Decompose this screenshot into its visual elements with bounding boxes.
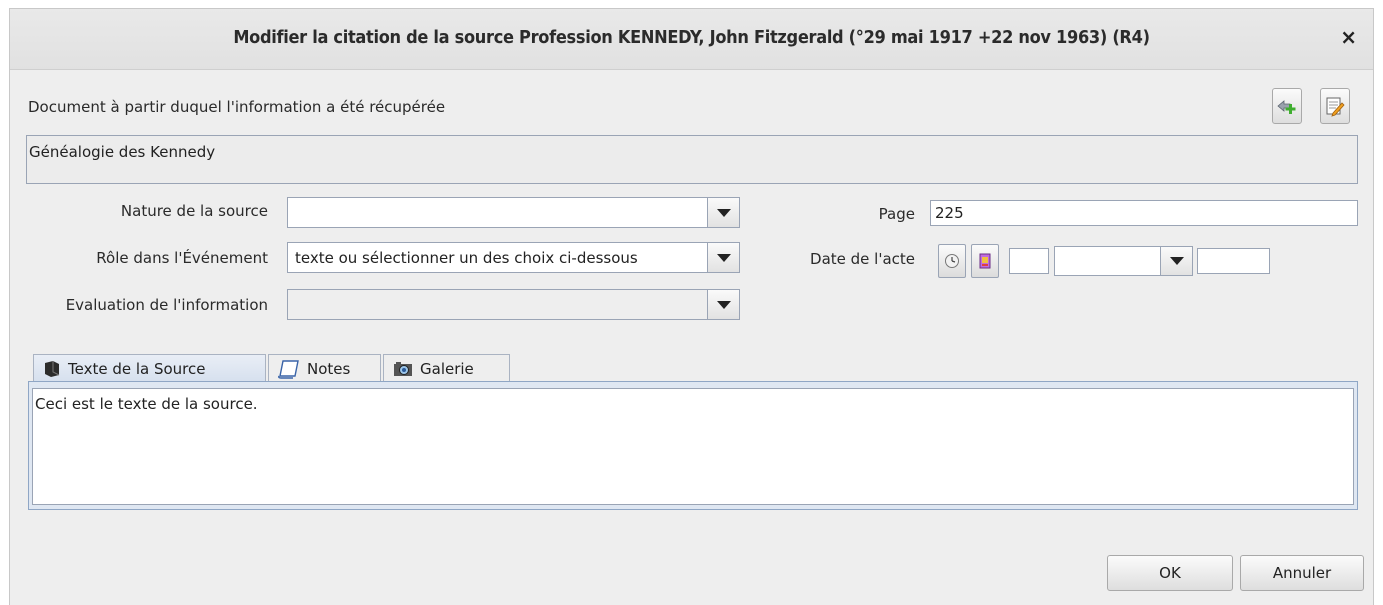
edit-document-icon — [1326, 97, 1345, 117]
source-document-field[interactable]: Généalogie des Kennedy — [26, 135, 1358, 184]
source-document-label: Document à partir duquel l'information a… — [28, 98, 446, 116]
tab-notes[interactable]: Notes — [268, 354, 381, 382]
calendar-button[interactable] — [971, 244, 999, 278]
book-icon — [42, 360, 62, 378]
add-source-icon — [1277, 100, 1296, 114]
clock-icon — [945, 254, 959, 268]
tab-notes-label: Notes — [307, 359, 351, 378]
nature-combo[interactable] — [287, 197, 740, 228]
date-day-input[interactable] — [1009, 248, 1049, 274]
cancel-button[interactable]: Annuler — [1240, 555, 1364, 591]
title-bar: Modifier la citation de la source Profes… — [10, 9, 1373, 70]
evaluation-combo[interactable] — [287, 289, 740, 320]
page-label: Page — [878, 205, 915, 223]
date-month-combo[interactable] — [1054, 246, 1193, 276]
source-text-value: Ceci est le texte de la source. — [35, 395, 258, 413]
source-document-value: Généalogie des Kennedy — [29, 143, 216, 161]
page-input[interactable]: 225 — [930, 200, 1358, 226]
tab-gallery-label: Galerie — [420, 359, 474, 378]
role-value: texte ou sélectionner un des choix ci-de… — [295, 249, 638, 267]
evaluation-label: Evaluation de l'information — [65, 296, 268, 314]
close-button[interactable]: × — [1340, 25, 1357, 49]
camera-icon — [392, 360, 414, 378]
tab-gallery[interactable]: Galerie — [383, 354, 510, 382]
role-combo[interactable]: texte ou sélectionner un des choix ci-de… — [287, 242, 740, 273]
chevron-down-icon[interactable] — [707, 243, 739, 272]
dialog-title: Modifier la citation de la source Profes… — [233, 27, 1150, 48]
select-source-button[interactable] — [1272, 88, 1302, 124]
source-text-area[interactable]: Ceci est le texte de la source. — [32, 388, 1354, 505]
date-year-input[interactable] — [1197, 248, 1270, 274]
chevron-down-icon[interactable] — [1160, 247, 1192, 275]
nature-label: Nature de la source — [120, 202, 268, 220]
chevron-down-icon[interactable] — [707, 290, 739, 319]
date-label: Date de l'acte — [810, 250, 915, 268]
tab-source-text[interactable]: Texte de la Source — [33, 354, 266, 382]
tab-source-text-label: Texte de la Source — [68, 359, 206, 378]
edit-source-button[interactable] — [1320, 88, 1350, 124]
chevron-down-icon[interactable] — [707, 198, 739, 227]
scroll-icon — [277, 359, 301, 379]
date-calculator-button[interactable] — [938, 244, 966, 278]
calendar-icon — [979, 253, 991, 269]
ok-button[interactable]: OK — [1107, 555, 1233, 591]
page-value: 225 — [935, 204, 964, 222]
role-label: Rôle dans l'Événement — [96, 249, 268, 267]
tab-panel: Ceci est le texte de la source. — [28, 381, 1358, 510]
